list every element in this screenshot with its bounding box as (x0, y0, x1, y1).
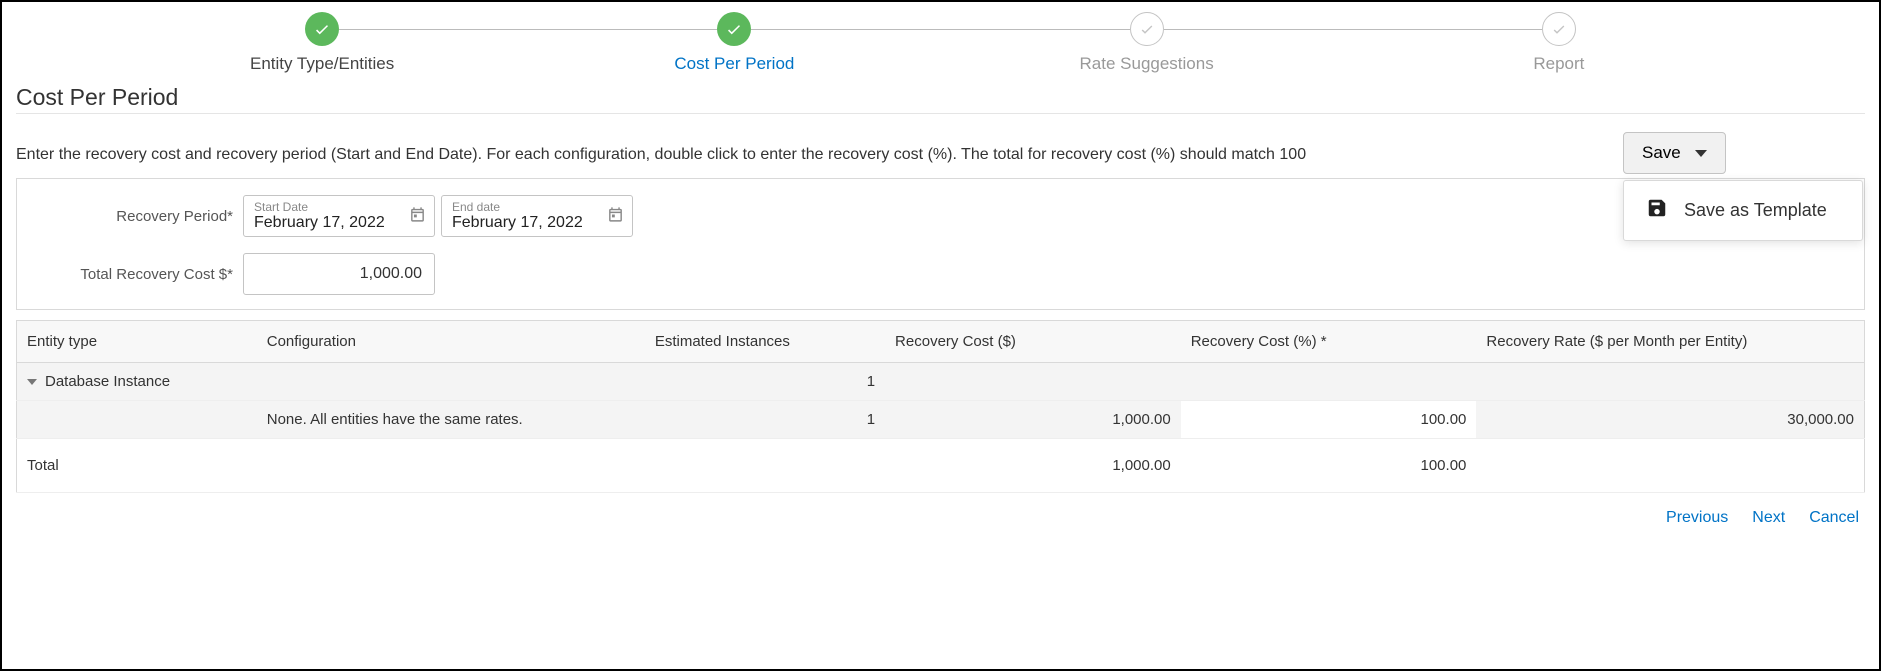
divider (16, 113, 1865, 114)
total-rc-dollar: 1,000.00 (885, 439, 1181, 493)
previous-button[interactable]: Previous (1666, 509, 1728, 527)
check-icon (717, 12, 751, 46)
total-cost-input[interactable]: 1,000.00 (243, 253, 435, 295)
col-recovery-cost-dollar[interactable]: Recovery Cost ($) (885, 321, 1181, 363)
recovery-cost-dollar-cell (885, 363, 1181, 401)
entity-type-cell (17, 401, 257, 439)
end-date-field[interactable]: End date February 17, 2022 (441, 195, 633, 237)
recovery-cost-pct-cell (1181, 363, 1477, 401)
recovery-cost-dollar-cell[interactable]: 1,000.00 (885, 401, 1181, 439)
table-total-row: Total 1,000.00 100.00 (17, 439, 1865, 493)
recovery-table: Entity type Configuration Estimated Inst… (16, 320, 1865, 493)
check-icon (1130, 12, 1164, 46)
check-icon (1542, 12, 1576, 46)
configuration-cell (257, 363, 645, 401)
step-rate-suggestions[interactable]: Rate Suggestions (941, 12, 1353, 74)
wizard-footer: Previous Next Cancel (16, 493, 1865, 527)
total-cost-label: Total Recovery Cost $* (35, 266, 243, 283)
est-instances-cell: 1 (645, 401, 885, 439)
entity-type-value: Database Instance (45, 373, 170, 390)
step-entity-type[interactable]: Entity Type/Entities (116, 12, 528, 74)
start-date-value: February 17, 2022 (254, 214, 385, 232)
total-rc-pct: 100.00 (1181, 439, 1477, 493)
col-est-instances[interactable]: Estimated Instances (645, 321, 885, 363)
save-button-label: Save (1642, 143, 1681, 163)
total-cost-value: 1,000.00 (360, 265, 422, 283)
expand-icon[interactable] (27, 379, 37, 385)
toolbar: Save Save as Template (1623, 132, 1863, 241)
next-button[interactable]: Next (1752, 509, 1785, 527)
configuration-cell: None. All entities have the same rates. (257, 401, 645, 439)
recovery-rate-cell (1476, 363, 1864, 401)
calendar-icon (607, 206, 624, 227)
est-instances-cell: 1 (645, 363, 885, 401)
save-as-template-item[interactable]: Save as Template (1624, 187, 1862, 234)
total-cost-row: Total Recovery Cost $* 1,000.00 (35, 253, 1846, 295)
recovery-period-row: Recovery Period* Start Date February 17,… (35, 195, 1846, 237)
wizard-page: Entity Type/Entities Cost Per Period Rat… (0, 0, 1881, 671)
dropdown-item-label: Save as Template (1684, 200, 1827, 221)
total-label-cell: Total (17, 439, 257, 493)
save-icon (1646, 197, 1668, 224)
page-title: Cost Per Period (16, 84, 1865, 111)
instructions-text: Enter the recovery cost and recovery per… (16, 146, 1865, 164)
recovery-cost-pct-cell[interactable]: 100.00 (1181, 401, 1477, 439)
recovery-period-label: Recovery Period* (35, 208, 243, 225)
col-entity-type[interactable]: Entity type (17, 321, 257, 363)
step-label: Cost Per Period (674, 54, 794, 74)
step-label: Entity Type/Entities (250, 54, 394, 74)
step-cost-per-period[interactable]: Cost Per Period (528, 12, 940, 74)
end-date-value: February 17, 2022 (452, 214, 583, 232)
table-header-row: Entity type Configuration Estimated Inst… (17, 321, 1865, 363)
caret-down-icon (1695, 150, 1707, 157)
table-row: Database Instance 1 (17, 363, 1865, 401)
step-label: Rate Suggestions (1080, 54, 1214, 74)
col-recovery-cost-pct[interactable]: Recovery Cost (%) * (1181, 321, 1477, 363)
table-row: None. All entities have the same rates. … (17, 401, 1865, 439)
step-report[interactable]: Report (1353, 12, 1765, 74)
end-date-label: End date (452, 200, 583, 214)
step-label: Report (1533, 54, 1584, 74)
recovery-form: Recovery Period* Start Date February 17,… (16, 178, 1865, 310)
col-configuration[interactable]: Configuration (257, 321, 645, 363)
entity-type-cell[interactable]: Database Instance (17, 363, 257, 401)
cancel-button[interactable]: Cancel (1809, 509, 1859, 527)
start-date-field[interactable]: Start Date February 17, 2022 (243, 195, 435, 237)
col-recovery-rate[interactable]: Recovery Rate ($ per Month per Entity) (1476, 321, 1864, 363)
check-icon (305, 12, 339, 46)
save-dropdown-menu: Save as Template (1623, 180, 1863, 241)
calendar-icon (409, 206, 426, 227)
save-button[interactable]: Save (1623, 132, 1726, 174)
progress-stepper: Entity Type/Entities Cost Per Period Rat… (116, 12, 1765, 74)
recovery-rate-cell: 30,000.00 (1476, 401, 1864, 439)
start-date-label: Start Date (254, 200, 385, 214)
